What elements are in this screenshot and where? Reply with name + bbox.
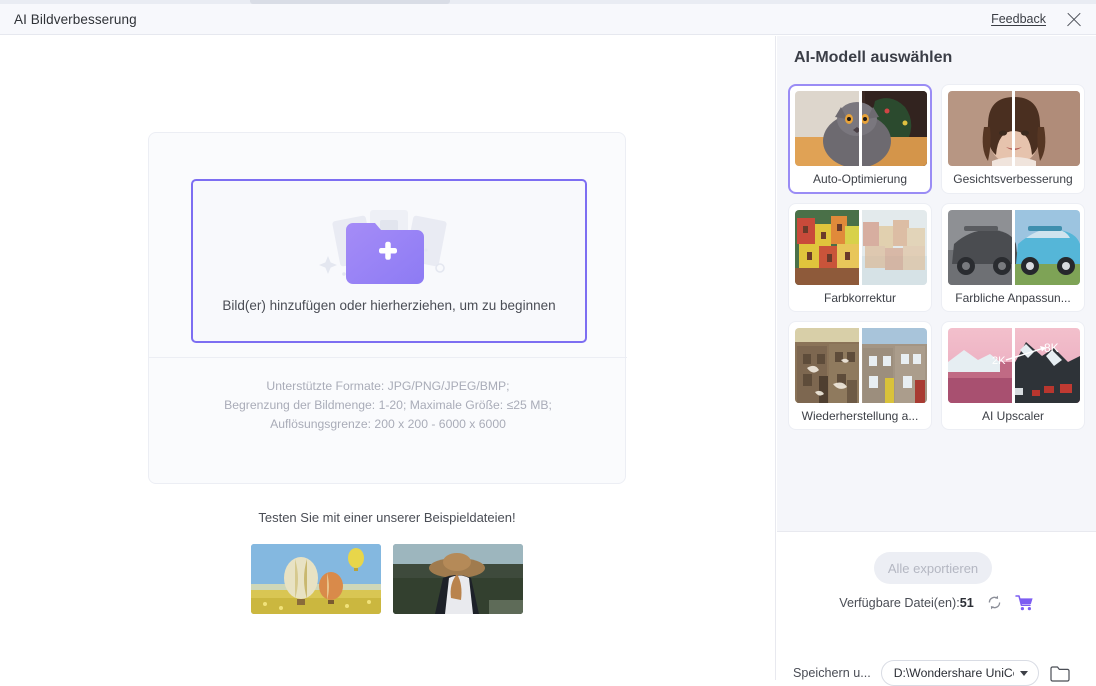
sample-thumb-person-hat[interactable] — [393, 544, 523, 614]
upload-card: Bild(er) hinzufügen oder hierherziehen, … — [148, 132, 627, 484]
model-card-color-correction[interactable]: Farbkorrektur — [788, 203, 932, 312]
model-thumb-colorize — [948, 210, 1080, 285]
model-label: Farbliche Anpassun... — [955, 291, 1071, 305]
model-card-colorize[interactable]: Farbliche Anpassun... — [941, 203, 1085, 312]
model-selection-region: AI-Modell auswählen Auto-Optimierung Ges… — [777, 36, 1096, 532]
page-title: AI Bildverbesserung — [14, 11, 137, 27]
titlebar: AI Bildverbesserung Feedback — [0, 4, 1096, 35]
sidebar-heading: AI-Modell auswählen — [794, 49, 953, 66]
format-info-line-3: Auflösungsgrenze: 200 x 200 - 6000 x 600… — [270, 417, 506, 431]
dropzone[interactable]: Bild(er) hinzufügen oder hierherziehen, … — [191, 179, 587, 343]
upscaler-badge-after: 8K — [1044, 341, 1059, 355]
model-card-ai-upscaler[interactable]: 2K 8K AI Upscaler — [941, 321, 1085, 430]
save-path-select[interactable]: D:\Wondershare UniCon — [880, 660, 1039, 686]
model-label: AI Upscaler — [981, 409, 1045, 423]
model-card-old-photo-restoration[interactable]: Wiederherstellung a... — [788, 321, 932, 430]
model-thumb-face-enhancement — [948, 91, 1080, 166]
close-icon[interactable] — [1064, 9, 1084, 29]
sample-thumb-balloons[interactable] — [251, 544, 381, 614]
sidebar: AI-Modell auswählen Auto-Optimierung Ges… — [777, 36, 1096, 686]
format-info-line-2: Begrenzung der Bildmenge: 1-20; Maximale… — [224, 398, 552, 412]
model-label: Auto-Optimierung — [812, 172, 908, 186]
model-label: Wiederherstellung a... — [801, 409, 919, 423]
dropzone-label: Bild(er) hinzufügen oder hierherziehen, … — [222, 297, 556, 313]
save-path-label: Speichern u... — [793, 666, 871, 680]
model-grid: Auto-Optimierung Gesichtsverbesserung Fa… — [788, 84, 1086, 430]
format-info: Unterstützte Formate: JPG/PNG/JPEG/BMP; … — [149, 377, 627, 434]
model-thumb-auto-optimization — [795, 91, 927, 166]
add-folder-icon — [314, 209, 464, 288]
save-path-value: D:\Wondershare UniCon — [893, 666, 1014, 680]
model-thumb-color-correction — [795, 210, 927, 285]
sample-images — [148, 544, 626, 614]
chevron-down-icon — [1019, 670, 1028, 676]
feedback-link[interactable]: Feedback — [991, 12, 1046, 26]
save-path-row: Speichern u... D:\Wondershare UniCon — [777, 660, 1096, 686]
model-card-face-enhancement[interactable]: Gesichtsverbesserung — [941, 84, 1085, 194]
sample-hint: Testen Sie mit einer unserer Beispieldat… — [258, 510, 516, 525]
cart-icon[interactable] — [1014, 594, 1034, 611]
model-thumb-old-photo-restoration — [795, 328, 927, 403]
refresh-icon[interactable] — [986, 594, 1003, 611]
model-card-auto-optimization[interactable]: Auto-Optimierung — [788, 84, 932, 194]
format-info-line-1: Unterstützte Formate: JPG/PNG/JPEG/BMP; — [266, 379, 510, 393]
card-divider — [149, 357, 627, 358]
model-thumb-ai-upscaler: 2K 8K — [948, 328, 1080, 403]
available-files-label: Verfügbare Datei(en):51 — [839, 596, 973, 610]
model-label: Farbkorrektur — [823, 291, 897, 305]
model-label: Gesichtsverbesserung — [953, 172, 1073, 186]
main-workarea: Bild(er) hinzufügen oder hierherziehen, … — [0, 36, 776, 680]
upscaler-badge-before: 2K — [992, 355, 1006, 367]
available-files-text: Verfügbare Datei(en): — [839, 595, 960, 610]
available-files-count: 51 — [959, 595, 974, 610]
available-files-row: Verfügbare Datei(en):51 — [777, 594, 1096, 611]
export-all-button[interactable]: Alle exportieren — [874, 552, 992, 584]
